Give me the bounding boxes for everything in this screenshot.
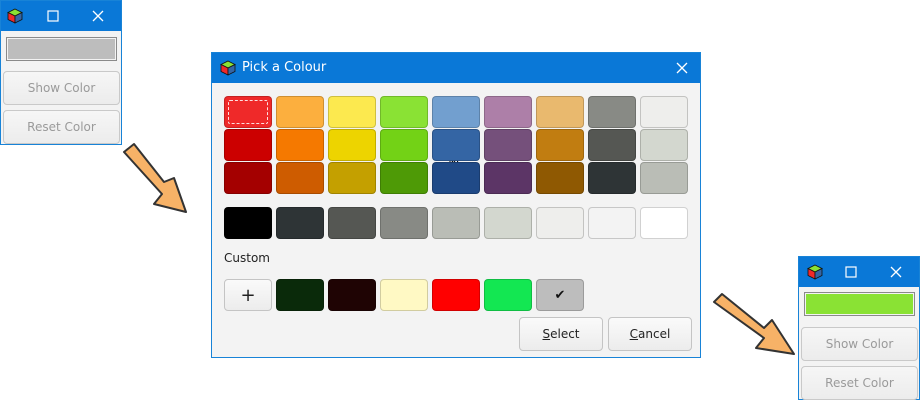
color-swatch[interactable]	[432, 162, 480, 194]
add-custom-color-button[interactable]: +	[224, 279, 272, 311]
dialog-titlebar: Pick a Colour	[212, 53, 700, 83]
maximize-icon	[845, 266, 857, 278]
color-swatch[interactable]	[536, 129, 584, 161]
gray-swatch[interactable]	[432, 207, 480, 239]
show-color-button[interactable]: Show Color	[3, 71, 120, 105]
custom-color-swatch[interactable]	[380, 279, 428, 311]
color-swatch[interactable]	[432, 96, 480, 128]
color-preview-fill	[806, 294, 913, 314]
arrow-shape	[123, 143, 187, 213]
cancel-mnemonic: C	[629, 327, 639, 341]
color-swatch[interactable]	[484, 162, 532, 194]
color-swatch[interactable]	[380, 162, 428, 194]
color-swatch[interactable]	[588, 96, 636, 128]
custom-color-swatch[interactable]: ✔	[536, 279, 584, 311]
close-icon	[92, 10, 104, 22]
color-swatch[interactable]	[276, 96, 324, 128]
select-mnemonic: S	[542, 327, 551, 341]
gray-swatch[interactable]	[328, 207, 376, 239]
app-logo-icon	[220, 60, 236, 76]
color-swatch[interactable]	[224, 162, 272, 194]
color-swatch[interactable]	[640, 162, 688, 194]
check-icon: ✔	[554, 287, 566, 303]
arrow-graphic	[123, 143, 187, 213]
app-logo-icon	[807, 264, 823, 280]
color-swatch[interactable]	[588, 129, 636, 161]
close-button[interactable]	[76, 1, 120, 31]
gray-swatch[interactable]	[380, 207, 428, 239]
color-swatch[interactable]	[380, 96, 428, 128]
custom-color-swatch[interactable]	[484, 279, 532, 311]
arrow-graphic	[713, 293, 795, 355]
plus-icon: +	[240, 284, 256, 306]
color-preview-fill	[8, 39, 115, 59]
color-swatch[interactable]	[380, 129, 428, 161]
color-swatch[interactable]	[328, 129, 376, 161]
color-swatch[interactable]	[224, 129, 272, 161]
color-swatch[interactable]	[484, 96, 532, 128]
maximize-button[interactable]	[31, 1, 75, 31]
custom-color-swatch[interactable]	[432, 279, 480, 311]
color-swatch[interactable]	[224, 96, 272, 128]
gray-swatch[interactable]	[640, 207, 688, 239]
color-swatch[interactable]	[276, 129, 324, 161]
custom-color-swatch[interactable]	[276, 279, 324, 311]
right-app-window: Show Color Reset Color	[798, 256, 920, 400]
right-titlebar	[799, 257, 919, 287]
reset-color-button[interactable]: Reset Color	[801, 366, 918, 400]
close-icon	[676, 62, 688, 74]
color-preview-entry[interactable]	[6, 37, 117, 61]
left-app-window: Show Color Reset Color	[0, 0, 122, 145]
color-preview-entry[interactable]	[804, 292, 915, 316]
color-swatch[interactable]	[328, 162, 376, 194]
color-swatch[interactable]	[640, 129, 688, 161]
gray-swatch[interactable]	[224, 207, 272, 239]
color-swatch[interactable]	[276, 162, 324, 194]
color-swatch[interactable]	[484, 129, 532, 161]
custom-color-swatch[interactable]	[328, 279, 376, 311]
color-swatch[interactable]	[588, 162, 636, 194]
close-icon	[890, 266, 902, 278]
gray-swatch[interactable]	[484, 207, 532, 239]
custom-label: Custom	[224, 251, 270, 265]
reset-color-button[interactable]: Reset Color	[3, 110, 120, 144]
close-button[interactable]	[874, 257, 918, 287]
color-swatch[interactable]	[640, 96, 688, 128]
gray-swatch[interactable]	[276, 207, 324, 239]
color-swatch[interactable]	[536, 96, 584, 128]
show-color-button[interactable]: Show Color	[801, 327, 918, 361]
color-swatch[interactable]	[536, 162, 584, 194]
arrow-shape	[713, 293, 795, 355]
color-swatch[interactable]	[432, 129, 480, 161]
left-titlebar	[1, 1, 121, 31]
app-logo-icon	[7, 8, 23, 24]
select-button[interactable]: Select	[519, 317, 603, 351]
gray-swatch[interactable]	[536, 207, 584, 239]
dialog-close-button[interactable]	[662, 53, 702, 83]
cancel-button[interactable]: Cancel	[608, 317, 692, 351]
color-swatch[interactable]	[328, 96, 376, 128]
cancel-label: ancel	[638, 327, 671, 341]
maximize-icon	[47, 10, 59, 22]
gray-swatch[interactable]	[588, 207, 636, 239]
maximize-button[interactable]	[829, 257, 873, 287]
dialog-title: Pick a Colour	[242, 60, 327, 75]
select-label: elect	[550, 327, 580, 341]
color-chooser-dialog: Pick a Colour Custom + Select Cancel ✔	[211, 52, 701, 358]
